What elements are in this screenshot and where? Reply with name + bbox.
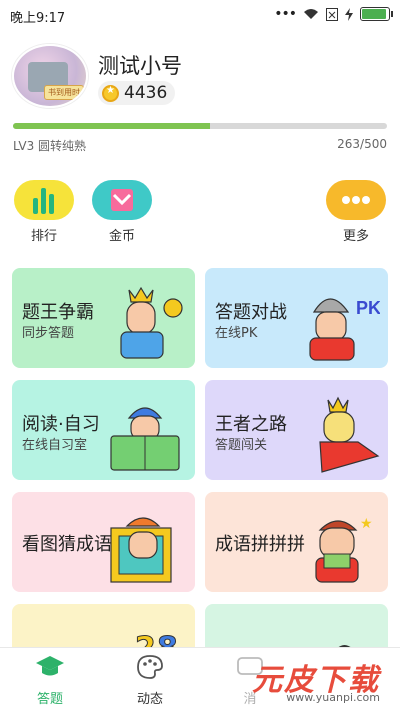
card-guess-idiom[interactable]: 看图猜成语 <box>12 492 195 592</box>
card-title: 阅读·自习 <box>22 414 100 435</box>
level-label: LV3 圆转纯熟 <box>13 139 87 153</box>
card-subtitle: 在线自习室 <box>22 438 88 453</box>
gold-coin-envelope-icon <box>92 180 152 220</box>
username: 测试小号 <box>98 54 182 78</box>
svg-text:PK: PK <box>356 298 380 318</box>
ranking-bar-icon <box>14 180 74 220</box>
card-quiz-battle[interactable]: 答题对战 在线PK PK <box>205 268 388 368</box>
reading-boy-book-icon <box>110 407 180 471</box>
card-title: 王者之路 <box>215 414 287 435</box>
watermark-overlay: 元皮下载 www.yuanpi.com <box>209 651 394 707</box>
more-button[interactable]: 更多 <box>326 180 386 244</box>
card-subtitle: 在线PK <box>215 326 258 341</box>
coin-count: 4436 <box>124 83 168 103</box>
card-title: 题王争霸 <box>22 302 94 323</box>
crown-boy-trophy-icon <box>120 286 183 359</box>
battery-icon <box>360 7 393 21</box>
charging-icon <box>345 7 353 21</box>
status-time: 晚上9:17 <box>10 11 66 26</box>
watermark-url: www.yuanpi.com <box>286 691 380 704</box>
gold-coin-button[interactable]: 金币 <box>92 180 152 244</box>
card-title: 看图猜成语 <box>22 534 112 555</box>
more-label: 更多 <box>342 229 369 244</box>
profile-header: 书到用时 测试小号 4436 <box>12 44 388 114</box>
svg-text:★: ★ <box>360 516 373 532</box>
level-progress-bar <box>13 123 387 129</box>
card-reading-study[interactable]: 阅读·自习 在线自习室 <box>12 380 195 480</box>
gold-coin-label: 金币 <box>108 229 135 244</box>
card-king-road[interactable]: 王者之路 答题闯关 <box>205 380 388 480</box>
puzzle-boy-icon: ★ <box>315 516 373 583</box>
card-subtitle: 答题闯关 <box>215 438 268 453</box>
avatar-stamp: 书到用时 <box>44 85 84 100</box>
status-bar: 晚上9:17 ••• <box>0 0 400 30</box>
wifi-icon <box>304 9 318 19</box>
avatar[interactable]: 书到用时 <box>12 44 88 108</box>
pk-helmet-boy-icon: PK <box>309 298 380 361</box>
more-dots-icon <box>326 180 386 220</box>
graduation-cap-icon <box>36 656 64 676</box>
card-title: 成语拼拼拼 <box>215 534 305 555</box>
level-progress-text: 263/500 <box>337 137 387 151</box>
status-icons: ••• <box>274 6 393 22</box>
more-dots-status-icon: ••• <box>274 6 297 22</box>
card-quiz-king[interactable]: 题王争霸 同步答题 <box>12 268 195 368</box>
coin-balance[interactable]: 4436 <box>98 81 176 105</box>
coin-icon <box>102 84 119 102</box>
ranking-label: 排行 <box>30 229 57 244</box>
card-title: 答题对战 <box>215 302 287 323</box>
card-subtitle: 同步答题 <box>22 326 75 341</box>
tab-moments[interactable]: 动态 <box>110 654 190 707</box>
picture-frame-boy-icon <box>110 517 172 583</box>
tab-label: 动态 <box>136 692 163 707</box>
palette-icon <box>137 655 163 679</box>
crown-cape-boy-icon <box>319 396 380 473</box>
sim-x-icon <box>326 7 338 21</box>
card-idiom-puzzle[interactable]: 成语拼拼拼 ★ <box>205 492 388 592</box>
tab-label: 答题 <box>36 692 63 707</box>
tab-quiz[interactable]: 答题 <box>10 654 90 707</box>
ranking-button[interactable]: 排行 <box>14 180 74 244</box>
